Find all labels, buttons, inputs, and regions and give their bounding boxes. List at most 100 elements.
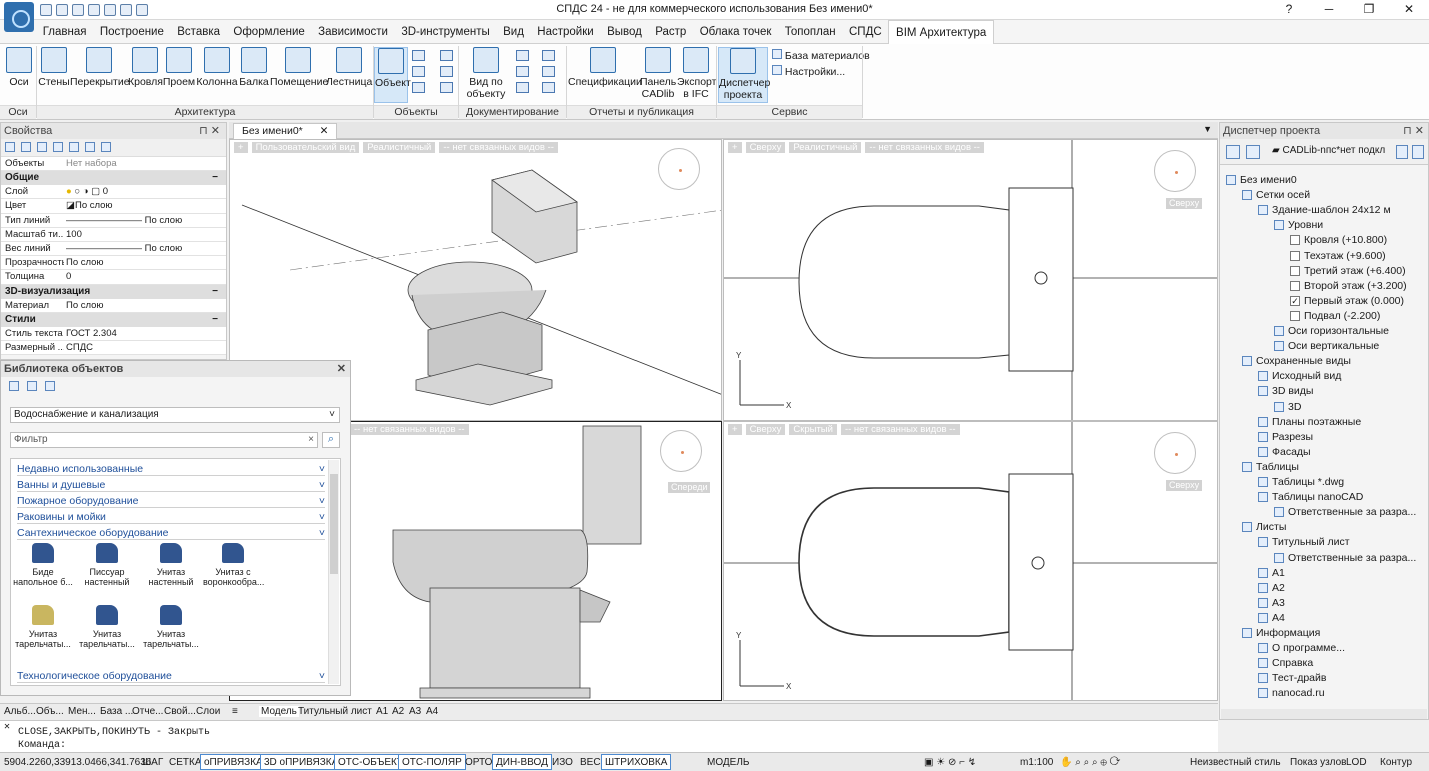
pin-icon[interactable]: ⊓ ✕	[199, 123, 220, 139]
checkbox-icon[interactable]	[1290, 235, 1300, 246]
tree-item[interactable]: Исходный вид	[1258, 369, 1341, 383]
column-button[interactable]: Колонна	[196, 47, 238, 88]
tree-item[interactable]: Разрезы	[1258, 430, 1313, 444]
library-category-expanded[interactable]: Сантехническое оборудование	[17, 526, 325, 540]
library-category[interactable]: Пожарное оборудование	[17, 494, 325, 508]
property-row[interactable]: Слой ● ○ ◑ ▢ 0	[1, 185, 226, 200]
menu-tab[interactable]: Построение	[93, 20, 170, 44]
library-item[interactable]: Писсуар настенный	[77, 543, 137, 587]
menu-tab[interactable]: Вид	[496, 20, 530, 44]
tree-item[interactable]: Техэтаж (+9.600)	[1290, 249, 1386, 263]
view-by-object-button[interactable]: Вид по объекту	[462, 47, 510, 100]
tree-item[interactable]: A3	[1258, 596, 1285, 610]
menu-tab[interactable]: Растр	[649, 20, 693, 44]
tree-item[interactable]: Таблицы	[1242, 460, 1299, 474]
property-row[interactable]: Прозрачность По слою	[1, 256, 226, 271]
layouts-menu-icon[interactable]: ≡	[232, 706, 238, 717]
tree-item[interactable]: Сетки осей	[1242, 188, 1310, 202]
panel-tab[interactable]: Альб...	[4, 706, 36, 717]
tool-icon[interactable]	[412, 50, 425, 61]
help-circle-icon[interactable]	[101, 142, 111, 152]
app-logo-icon[interactable]	[4, 2, 34, 32]
beam-button[interactable]: Балка	[238, 47, 270, 88]
library-category[interactable]: Раковины и мойки	[17, 510, 325, 524]
layout-tab[interactable]: A1	[376, 706, 388, 717]
model-space-button[interactable]: МОДЕЛЬ	[703, 754, 753, 770]
property-row[interactable]: Тип линий ———————— По слою	[1, 213, 226, 228]
checkbox-icon[interactable]: ✓	[1290, 295, 1300, 306]
menu-tab-bim[interactable]: BIM Архитектура	[888, 20, 994, 44]
library-category[interactable]: Недавно использованные	[17, 462, 325, 476]
tree-item[interactable]: Без имени0	[1226, 173, 1297, 187]
property-row[interactable]: Размерный ... СПДС	[1, 340, 226, 356]
clear-icon[interactable]	[85, 142, 95, 152]
menu-tab[interactable]: Оформление	[227, 20, 312, 44]
tool-icon[interactable]	[440, 50, 453, 61]
tool-icon[interactable]	[440, 66, 453, 77]
tree-item[interactable]: Фасады	[1258, 445, 1311, 459]
property-row[interactable]: Масштаб ти... 100	[1, 227, 226, 242]
navigation-icons[interactable]: ✋ ⌕ ⌕ ⌕ ⊕ ⟳	[1056, 754, 1124, 770]
tree-item[interactable]: Ответственные за разра...	[1274, 551, 1416, 565]
tree-item[interactable]: Ответственные за разра...	[1274, 505, 1416, 519]
tool-icon[interactable]	[412, 82, 425, 93]
tree-item[interactable]: Тест-драйв	[1258, 671, 1326, 685]
3d-osnap-toggle[interactable]: 3D оПРИВЯЗКА	[260, 754, 343, 770]
property-row[interactable]: Толщина 0	[1, 270, 226, 285]
gear-icon[interactable]	[1412, 145, 1424, 159]
grid-view-icon[interactable]	[9, 381, 19, 391]
category-styles[interactable]: Стили	[1, 312, 226, 327]
view-cube-icon[interactable]	[1154, 432, 1196, 474]
property-row[interactable]: Вес линий ———————— По слою	[1, 241, 226, 257]
close-cmd-icon[interactable]: ✕	[4, 722, 10, 733]
iso-toggle[interactable]: ИЗО	[548, 754, 577, 770]
otrack-toggle[interactable]: ОТС-ОБЪЕКТ	[334, 754, 407, 770]
category-general[interactable]: Общие	[1, 171, 226, 186]
tree-item[interactable]: О программе...	[1258, 641, 1345, 655]
select-icon[interactable]	[21, 142, 31, 152]
view-cube-icon[interactable]	[1154, 150, 1196, 192]
library-item[interactable]: Унитаз тарельчаты...	[141, 605, 201, 649]
tree-item[interactable]: Справка	[1258, 656, 1313, 670]
settings-link[interactable]: Настройки...	[772, 65, 845, 78]
menu-tab[interactable]: Топоплан	[778, 20, 842, 44]
tree-item[interactable]: Планы поэтажные	[1258, 415, 1361, 429]
refresh-icon[interactable]	[45, 381, 55, 391]
minimize-icon[interactable]: ─	[1309, 0, 1349, 20]
menu-tab[interactable]: СПДС	[842, 20, 888, 44]
menu-tab[interactable]: Зависимости	[311, 20, 394, 44]
filter-input[interactable]: Фильтр ×	[10, 432, 318, 448]
panel-tab[interactable]: Объ...	[36, 706, 64, 717]
panel-tab[interactable]: Свой...	[164, 706, 196, 717]
tree-item[interactable]: Информация	[1242, 626, 1320, 640]
tree-item[interactable]: Таблицы nanoCAD	[1258, 490, 1363, 504]
opening-button[interactable]: Проем	[162, 47, 196, 88]
objects-selector[interactable]: Нет набора	[64, 157, 226, 170]
tool-icon[interactable]	[542, 50, 555, 61]
property-row[interactable]: Цвет ◪По слою	[1, 199, 226, 214]
hatch-toggle[interactable]: ШТРИХОВКА	[601, 754, 672, 770]
tree-item[interactable]: Подвал (-2.200)	[1290, 309, 1380, 323]
tool-icon[interactable]	[412, 66, 425, 77]
add-selection-icon[interactable]	[5, 142, 15, 152]
section-dropdown[interactable]: Водоснабжение и канализация ˅	[10, 407, 340, 423]
tree-item[interactable]: Уровни	[1274, 218, 1323, 232]
library-item[interactable]: Биде напольное б...	[13, 543, 73, 587]
viewport-top-hidden[interactable]: + Сверху Скрытый -- нет связанных видов -- …	[723, 421, 1218, 701]
pin-icon[interactable]: ⊓ ✕	[1403, 123, 1424, 139]
layout-tab-model[interactable]: Модель	[259, 706, 299, 717]
checkbox-icon[interactable]	[1290, 280, 1300, 291]
tree-item[interactable]: nanocad.ru	[1258, 686, 1325, 700]
materials-db-link[interactable]: База материалов	[772, 49, 870, 62]
layout-tab[interactable]: A2	[392, 706, 404, 717]
category-3d-viz[interactable]: 3D-визуализация	[1, 284, 226, 299]
menu-tab[interactable]: Вывод	[600, 20, 648, 44]
tool-icon[interactable]	[516, 82, 529, 93]
close-icon[interactable]: ✕	[1389, 0, 1429, 20]
view-cube-icon[interactable]	[658, 148, 700, 190]
tree-item[interactable]: 3D	[1274, 400, 1301, 414]
restore-icon[interactable]: ❐	[1349, 0, 1389, 20]
tree-item[interactable]: Здание-шаблон 24x12 м	[1258, 203, 1391, 217]
cadlib-panel-button[interactable]: Панель CADlib	[640, 47, 676, 100]
filter-icon[interactable]	[53, 142, 63, 152]
